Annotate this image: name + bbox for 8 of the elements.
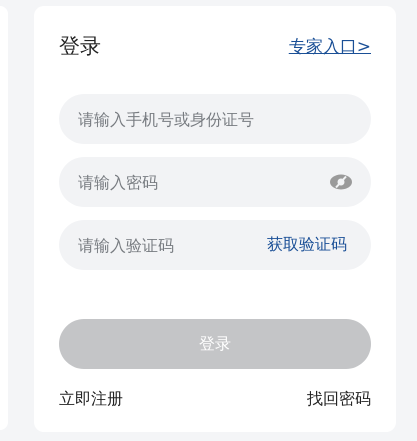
expert-entry-link[interactable]: 专家入口> <box>288 34 371 58</box>
register-link[interactable]: 立即注册 <box>59 389 123 410</box>
input-field[interactable]: 请输入密码 <box>59 157 371 207</box>
get-code-link[interactable]: 获取验证码 <box>267 234 347 256</box>
eye-slash-icon[interactable] <box>330 174 352 190</box>
input-field[interactable]: 请输入手机号或身份证号 <box>59 94 371 144</box>
login-title: 登录 <box>59 33 101 60</box>
recover-password-link[interactable]: 找回密码 <box>307 389 371 410</box>
